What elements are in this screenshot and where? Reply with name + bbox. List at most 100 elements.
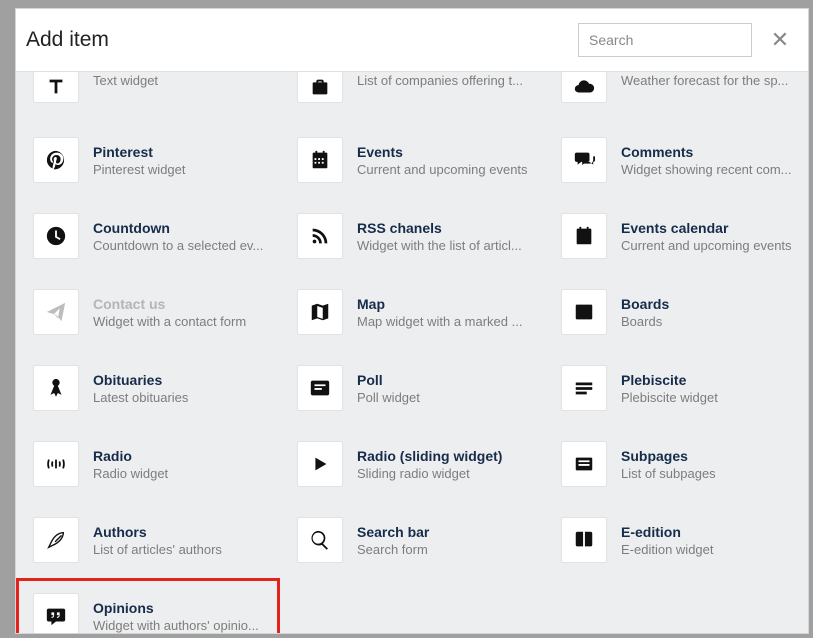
- widget-item-rss-chanels[interactable]: RSS chanels Widget with the list of artic…: [280, 198, 544, 274]
- item-title: Events: [357, 144, 531, 160]
- item-text: CommentsWidget showing recent com...: [621, 144, 795, 177]
- item-desc: Countdown to a selected ev...: [93, 238, 267, 253]
- item-desc: Pinterest widget: [93, 162, 267, 177]
- ribbon-icon: [33, 365, 79, 411]
- item-text: RSS chanels Widget with the list of artic…: [357, 220, 531, 253]
- item-text: Events Current and upcoming events: [357, 144, 531, 177]
- item-title: Pinterest: [93, 144, 267, 160]
- widget-item-authors[interactable]: AuthorsList of articles' authors: [16, 502, 280, 578]
- widget-item-opinions[interactable]: OpinionsWidget with authors' opinio...: [16, 578, 280, 633]
- item-desc: List of companies offering t...: [357, 73, 531, 88]
- comments-icon: [561, 137, 607, 183]
- item-desc: Radio widget: [93, 466, 267, 481]
- image-icon: [561, 289, 607, 335]
- widget-item-business-directory[interactable]: Business DirectoryList of companies offe…: [280, 72, 544, 122]
- item-desc: Search form: [357, 542, 531, 557]
- item-text: PollPoll widget: [357, 372, 531, 405]
- close-icon: ✕: [771, 27, 789, 53]
- item-desc: Poll widget: [357, 390, 531, 405]
- item-title: Events calendar: [621, 220, 795, 236]
- item-text: Boards Boards: [621, 296, 795, 329]
- item-desc: Current and upcoming events: [357, 162, 531, 177]
- clock-icon: [33, 213, 79, 259]
- item-text: Business DirectoryList of companies offe…: [357, 73, 531, 88]
- widget-item-pinterest[interactable]: Pinterest Pinterest widget: [16, 122, 280, 198]
- widget-item-boards[interactable]: Boards Boards: [544, 274, 808, 350]
- rss-icon: [297, 213, 343, 259]
- widget-item-e-edition[interactable]: E-edition E-edition widget: [544, 502, 808, 578]
- feather-icon: [33, 517, 79, 563]
- item-desc: Text widget: [93, 73, 267, 88]
- item-title: Subpages: [621, 448, 795, 464]
- lines-icon: [561, 365, 607, 411]
- search-input[interactable]: [578, 23, 752, 57]
- item-text: Search bar Search form: [357, 524, 531, 557]
- widget-item-radio[interactable]: RadioRadio widget: [16, 426, 280, 502]
- widget-item-map[interactable]: Map Map widget with a marked ...: [280, 274, 544, 350]
- widget-item-countdown[interactable]: Countdown Countdown to a selected ev...: [16, 198, 280, 274]
- item-text: OpinionsWidget with authors' opinio...: [93, 600, 267, 633]
- item-text: Countdown Countdown to a selected ev...: [93, 220, 267, 253]
- paper-plane-icon: [33, 289, 79, 335]
- item-desc: Weather forecast for the sp...: [621, 73, 795, 88]
- widget-item-events-calendar[interactable]: Events calendar Current and upcoming even…: [544, 198, 808, 274]
- item-desc: E-edition widget: [621, 542, 795, 557]
- item-title: Countdown: [93, 220, 267, 236]
- item-desc: Widget with a contact form: [93, 314, 267, 329]
- widget-item-search-bar[interactable]: Search bar Search form: [280, 502, 544, 578]
- item-text: E-edition E-edition widget: [621, 524, 795, 557]
- item-desc: Sliding radio widget: [357, 466, 531, 481]
- text-icon: [33, 72, 79, 103]
- item-text: Events calendar Current and upcoming even…: [621, 220, 795, 253]
- modal-body[interactable]: TextText widget Business DirectoryList of…: [16, 72, 808, 633]
- item-title: Plebiscite: [621, 372, 795, 388]
- widget-item-subpages[interactable]: SubpagesList of subpages: [544, 426, 808, 502]
- item-title: E-edition: [621, 524, 795, 540]
- calendar-day-icon: [561, 213, 607, 259]
- widget-item-events[interactable]: Events Current and upcoming events: [280, 122, 544, 198]
- item-desc: Widget with the list of articl...: [357, 238, 531, 253]
- item-desc: Latest obituaries: [93, 390, 267, 405]
- add-item-modal: Add item ✕ TextText widget Business Direc…: [15, 8, 809, 634]
- widget-item-text[interactable]: TextText widget: [16, 72, 280, 122]
- item-text: SubpagesList of subpages: [621, 448, 795, 481]
- item-desc: Map widget with a marked ...: [357, 314, 531, 329]
- item-text: Pinterest Pinterest widget: [93, 144, 267, 177]
- close-button[interactable]: ✕: [770, 30, 790, 50]
- item-text: RadioRadio widget: [93, 448, 267, 481]
- item-title: Radio (sliding widget): [357, 448, 531, 464]
- pinterest-icon: [33, 137, 79, 183]
- item-desc: Plebiscite widget: [621, 390, 795, 405]
- radio-icon: [33, 441, 79, 487]
- item-text: Radio (sliding widget) Sliding radio widg…: [357, 448, 531, 481]
- item-title: Map: [357, 296, 531, 312]
- widget-item-poll[interactable]: PollPoll widget: [280, 350, 544, 426]
- widget-item-obituaries[interactable]: Obituaries Latest obituaries: [16, 350, 280, 426]
- item-desc: Current and upcoming events: [621, 238, 795, 253]
- item-text: Contact us Widget with a contact form: [93, 296, 267, 329]
- item-title: Contact us: [93, 296, 267, 312]
- search-icon: [297, 517, 343, 563]
- item-title: Obituaries: [93, 372, 267, 388]
- briefcase-icon: [297, 72, 343, 103]
- book-icon: [561, 517, 607, 563]
- modal-header: Add item ✕: [16, 9, 808, 72]
- item-desc: Widget showing recent com...: [621, 162, 795, 177]
- map-icon: [297, 289, 343, 335]
- modal-title: Add item: [26, 28, 578, 52]
- widget-item-radio-sliding-widget-[interactable]: Radio (sliding widget) Sliding radio widg…: [280, 426, 544, 502]
- item-title: RSS chanels: [357, 220, 531, 236]
- play-icon: [297, 441, 343, 487]
- item-text: WeatherWeather forecast for the sp...: [621, 73, 795, 88]
- item-text: Plebiscite Plebiscite widget: [621, 372, 795, 405]
- quote-icon: [33, 593, 79, 633]
- widget-item-comments[interactable]: CommentsWidget showing recent com...: [544, 122, 808, 198]
- widget-item-contact-us[interactable]: Contact us Widget with a contact form: [16, 274, 280, 350]
- list-icon: [561, 441, 607, 487]
- item-title: Search bar: [357, 524, 531, 540]
- item-title: Boards: [621, 296, 795, 312]
- widget-item-weather[interactable]: WeatherWeather forecast for the sp...: [544, 72, 808, 122]
- widget-item-plebiscite[interactable]: Plebiscite Plebiscite widget: [544, 350, 808, 426]
- item-text: AuthorsList of articles' authors: [93, 524, 267, 557]
- item-desc: Boards: [621, 314, 795, 329]
